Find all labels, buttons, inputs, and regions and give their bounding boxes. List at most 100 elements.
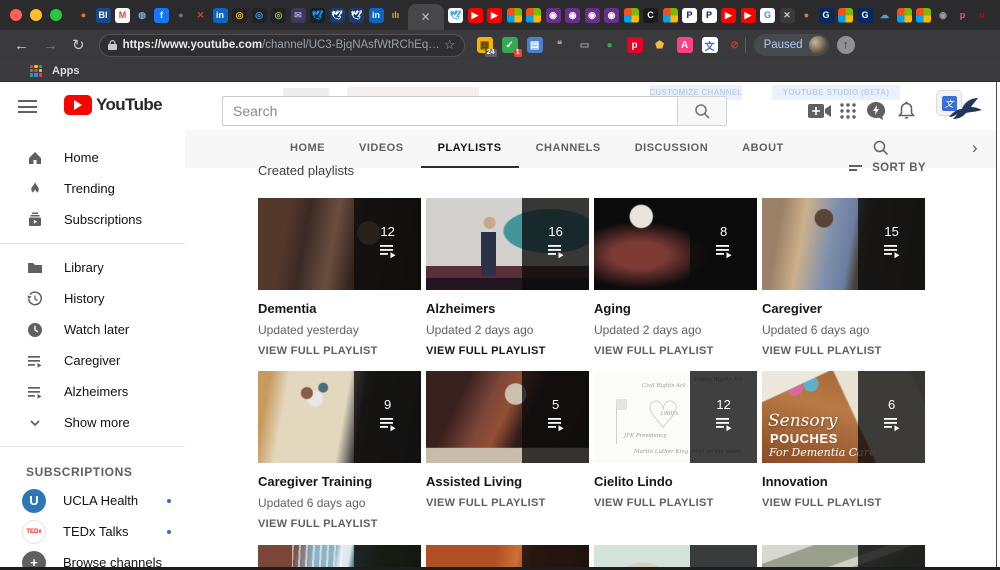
tab-favicon-purple-eye[interactable]: ◉	[585, 8, 600, 23]
tab-favicon-penn[interactable]: P	[702, 8, 717, 23]
apps-bookmark[interactable]: Apps	[52, 65, 80, 77]
scrollbar-track[interactable]	[996, 82, 1000, 570]
menu-icon[interactable]	[18, 100, 37, 113]
view-full-playlist-link[interactable]: VIEW FULL PLAYLIST	[762, 497, 925, 509]
tab-favicon-x-gray[interactable]: ✕	[780, 8, 795, 23]
browser-tab-active[interactable]: ✕	[408, 4, 444, 30]
tab-favicon-twitter-dark[interactable]: 🕊	[330, 8, 345, 23]
ext-check[interactable]: ✓1	[502, 37, 518, 53]
playlist-title[interactable]: Dementia	[258, 301, 421, 316]
sidebar-item-history[interactable]: History	[0, 283, 185, 314]
tab-favicon-microsoft[interactable]	[663, 8, 678, 23]
minimize-window-button[interactable]	[30, 9, 42, 21]
tab-favicon-gmail[interactable]: M	[115, 8, 130, 23]
back-icon[interactable]: ←	[14, 37, 29, 54]
close-window-button[interactable]	[10, 9, 22, 21]
tab-favicon-guardian[interactable]: G	[819, 8, 834, 23]
view-full-playlist-link[interactable]: VIEW FULL PLAYLIST	[594, 497, 757, 509]
sidebar-item-subscriptions[interactable]: Subscriptions	[0, 204, 185, 235]
ext-calendar[interactable]: ▦24	[477, 37, 493, 53]
notifications-button[interactable]	[894, 99, 918, 123]
sort-by-button[interactable]: SORT BY	[849, 162, 926, 174]
playlist-thumbnail[interactable]: 15	[762, 198, 925, 290]
update-icon[interactable]: ↑	[837, 36, 855, 54]
ext-quote[interactable]: ❝	[552, 37, 568, 53]
reload-icon[interactable]: ↻	[72, 36, 85, 54]
view-full-playlist-link[interactable]: VIEW FULL PLAYLIST	[426, 345, 589, 357]
tab-favicon-guardian[interactable]: G	[858, 8, 873, 23]
view-full-playlist-link[interactable]: VIEW FULL PLAYLIST	[258, 518, 421, 530]
tab-favicon-cloud[interactable]: ☁	[877, 8, 892, 23]
tab-favicon-linkedin[interactable]: in	[213, 8, 228, 23]
youtube-logo[interactable]: YouTube	[64, 95, 162, 115]
ext-translate[interactable]: 文	[702, 37, 718, 53]
playlist-thumbnail[interactable]: 16	[426, 198, 589, 290]
sidebar-item-library[interactable]: Library	[0, 252, 185, 283]
playlist-thumbnail[interactable]: Civil Rights ActVoting Rights Act1960'sJ…	[594, 371, 757, 463]
playlist-title[interactable]: Assisted Living	[426, 474, 589, 489]
search-input[interactable]	[222, 96, 677, 126]
address-bar[interactable]: https://www.youtube.com /channel/UC3-Bjq…	[99, 34, 465, 57]
bird-avatar[interactable]	[946, 95, 984, 123]
tab-favicon-twitter[interactable]: 🕊	[310, 8, 325, 23]
ext-card-blue[interactable]: ▤	[527, 37, 543, 53]
tab-favicon-x-red[interactable]: ✕	[193, 8, 208, 23]
tab-favicon-microsoft[interactable]	[624, 8, 639, 23]
view-full-playlist-link[interactable]: VIEW FULL PLAYLIST	[594, 345, 757, 357]
tab-favicon-globe[interactable]: ◍	[135, 8, 150, 23]
messages-button[interactable]	[864, 99, 888, 123]
nav-scroll-chevron[interactable]: ›	[972, 138, 978, 158]
tab-favicon-purple-eye[interactable]: ◉	[565, 8, 580, 23]
tab-favicon-gray[interactable]: ●	[174, 8, 189, 23]
apps-grid-icon[interactable]	[30, 65, 42, 77]
tab-favicon-microsoft[interactable]	[897, 8, 912, 23]
tab-favicon-microsoft[interactable]	[838, 8, 853, 23]
playlist-title[interactable]: Alzheimers	[426, 301, 589, 316]
playlist-thumbnail[interactable]: 9	[258, 371, 421, 463]
tab-favicon-badge-green[interactable]: ◎	[271, 8, 286, 23]
ext-chat[interactable]: ▭	[577, 37, 593, 53]
playlist-title[interactable]: Innovation	[762, 474, 925, 489]
tab-favicon-youtube[interactable]: ▶	[468, 8, 483, 23]
search-button[interactable]	[677, 96, 727, 126]
sidebar-item-caregiver[interactable]: Caregiver	[0, 345, 185, 376]
forward-icon[interactable]: →	[43, 37, 58, 54]
zoom-window-button[interactable]	[50, 9, 62, 21]
tab-favicon-c-dark[interactable]: C	[643, 8, 658, 23]
tab-favicon-purple-eye[interactable]: ◉	[546, 8, 561, 23]
tab-favicon-firefox[interactable]: ●	[76, 8, 91, 23]
playlist-thumbnail[interactable]: 8	[594, 198, 757, 290]
ext-a-pink[interactable]: A	[677, 37, 693, 53]
tab-favicon-swoosh-blue[interactable]: ◗	[994, 8, 1000, 23]
channel-search-button[interactable]	[873, 140, 889, 161]
tab-favicon-microsoft[interactable]	[526, 8, 541, 23]
tab-favicon-badge-gold[interactable]: ◎	[232, 8, 247, 23]
tab-favicon-badge-blue[interactable]: ◎	[252, 8, 267, 23]
tab-favicon-purple-eye[interactable]: ◉	[604, 8, 619, 23]
tab-favicon-mail-purple[interactable]: ✉	[291, 8, 306, 23]
tab-favicon-twitter-dark[interactable]: 🕊	[349, 8, 364, 23]
view-full-playlist-link[interactable]: VIEW FULL PLAYLIST	[762, 345, 925, 357]
playlist-title[interactable]: Caregiver Training	[258, 474, 421, 489]
tab-favicon-youtube[interactable]: ▶	[741, 8, 756, 23]
window-controls[interactable]	[10, 9, 62, 21]
tab-favicon-business-insider[interactable]: BI	[96, 8, 111, 23]
view-full-playlist-link[interactable]: VIEW FULL PLAYLIST	[258, 345, 421, 357]
ext-honey[interactable]: ⬟	[652, 37, 668, 53]
playlist-title[interactable]: Aging	[594, 301, 757, 316]
playlist-title[interactable]: Caregiver	[762, 301, 925, 316]
view-full-playlist-link[interactable]: VIEW FULL PLAYLIST	[426, 497, 589, 509]
tab-favicon-basketball[interactable]: ●	[799, 8, 814, 23]
tab-favicon-analytics[interactable]: ılı	[388, 8, 403, 23]
ext-blocker[interactable]: ⊘	[727, 37, 743, 53]
paused-extension-button[interactable]: Paused	[754, 34, 829, 56]
tab-favicon-twitter-light[interactable]: 🕊	[448, 8, 463, 23]
sidebar-item-watch-later[interactable]: Watch later	[0, 314, 185, 345]
sidebar-item-alzheimers[interactable]: Alzheimers	[0, 376, 185, 407]
playlist-thumbnail[interactable]: 12	[258, 198, 421, 290]
playlist-title[interactable]: Cielito Lindo	[594, 474, 757, 489]
upload-video-button[interactable]	[808, 99, 832, 123]
tab-favicon-linkedin[interactable]: in	[369, 8, 384, 23]
tab-favicon-script-pink[interactable]: p	[955, 8, 970, 23]
tab-favicon-microsoft[interactable]	[916, 8, 931, 23]
